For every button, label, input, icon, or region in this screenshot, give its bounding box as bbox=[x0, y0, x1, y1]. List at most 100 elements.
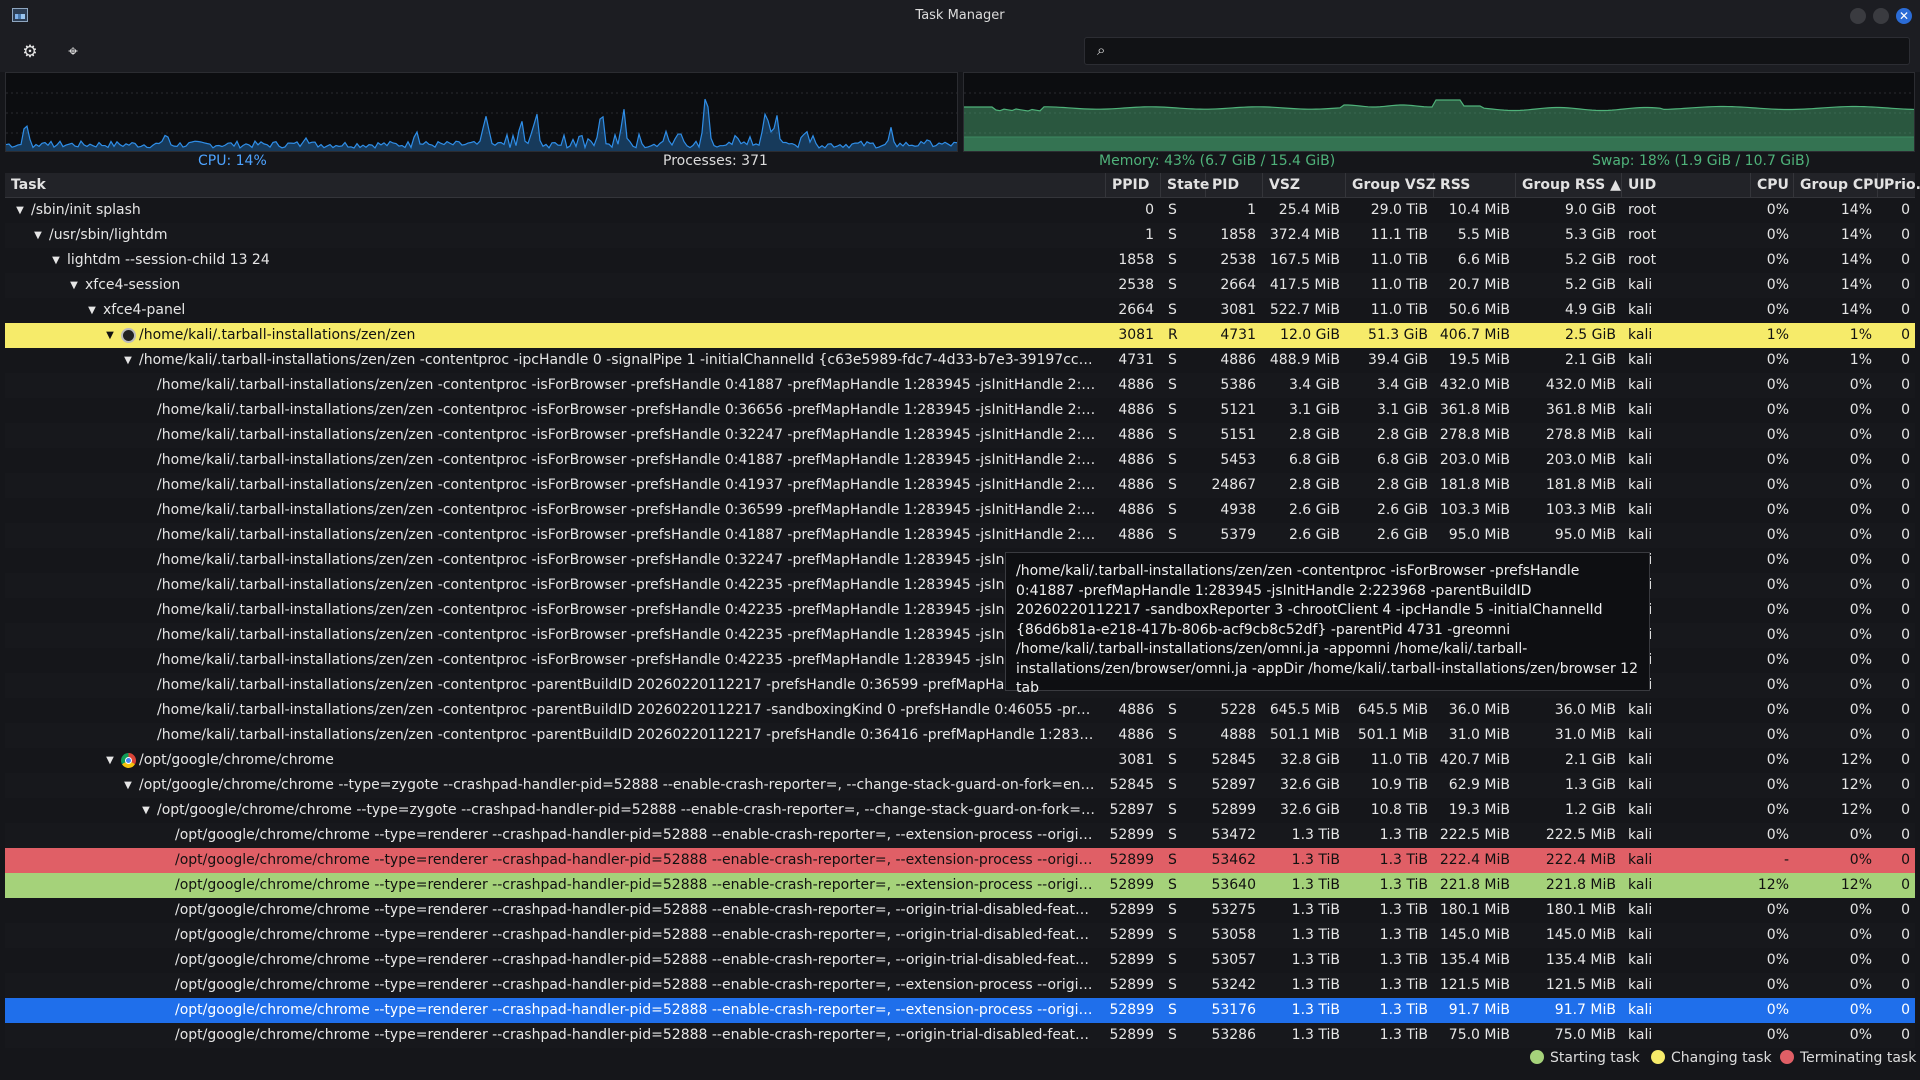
cell-task: /home/kali/.tarball-installations/zen/ze… bbox=[5, 373, 1101, 398]
column-state[interactable]: State bbox=[1161, 173, 1209, 197]
cell-state: S bbox=[1168, 277, 1177, 293]
search-input[interactable] bbox=[1121, 41, 1885, 63]
table-row[interactable]: ▼/usr/sbin/lightdm 1 S 1858 372.4 MiB 11.1 Ti… bbox=[5, 223, 1915, 248]
column-group-cpu[interactable]: Group CPU bbox=[1794, 173, 1885, 197]
column-task[interactable]: Task bbox=[5, 173, 1106, 197]
table-row[interactable]: ▼ xfce4-session 2538 S 2664 417.5 MiB 11.0 TiB… bbox=[5, 273, 1915, 298]
table-row[interactable]: /opt/google/chrome/chrome --type=rendere… bbox=[5, 1023, 1915, 1048]
column-group-vsz[interactable]: Group VSZ bbox=[1346, 173, 1436, 197]
cell-group-vsz: 2.6 GiB bbox=[1376, 527, 1428, 543]
column-vsz[interactable]: VSZ bbox=[1263, 173, 1346, 197]
table-row[interactable]: /home/kali/.tarball-installations/zen/ze… bbox=[5, 723, 1915, 748]
table-row[interactable]: ▼/opt/google/chrome/chrome --type=zygote… bbox=[5, 798, 1915, 823]
cell-rss: 420.7 MiB bbox=[1439, 752, 1510, 768]
maximize-button[interactable] bbox=[1873, 8, 1889, 24]
minimize-button[interactable] bbox=[1850, 8, 1866, 24]
expand-arrow-icon[interactable]: ▼ bbox=[103, 323, 117, 348]
cell-ppid: 52899 bbox=[1109, 852, 1154, 868]
chrome-icon bbox=[121, 753, 136, 768]
table-row[interactable]: /opt/google/chrome/chrome --type=rendere… bbox=[5, 948, 1915, 973]
cell-group-vsz: 501.1 MiB bbox=[1357, 727, 1428, 743]
cell-group-cpu: 1% bbox=[1849, 352, 1872, 368]
column-ppid[interactable]: PPID bbox=[1106, 173, 1161, 197]
column-uid[interactable]: UID bbox=[1622, 173, 1751, 197]
expand-arrow-icon[interactable]: ▼ bbox=[121, 773, 135, 798]
table-row[interactable]: ▼ /opt/google/chrome/chrome 3081 S 52845 32.8… bbox=[5, 748, 1915, 773]
cell-rss: 145.0 MiB bbox=[1439, 927, 1510, 943]
cell-group-rss: 432.0 MiB bbox=[1545, 377, 1616, 393]
cell-group-rss: 145.0 MiB bbox=[1545, 927, 1616, 943]
crosshair-icon[interactable]: ⌖ bbox=[61, 41, 85, 63]
column-priority[interactable]: Prio. bbox=[1878, 173, 1920, 197]
cell-pid: 2664 bbox=[1220, 277, 1256, 293]
cell-state: S bbox=[1168, 452, 1177, 468]
cell-group-rss: 121.5 MiB bbox=[1545, 977, 1616, 993]
expand-arrow-icon[interactable]: ▼ bbox=[121, 348, 135, 373]
table-row[interactable]: /opt/google/chrome/chrome --type=rendere… bbox=[5, 973, 1915, 998]
cell-group-vsz: 1.3 TiB bbox=[1379, 1027, 1428, 1043]
cell-priority: 0 bbox=[1901, 1002, 1910, 1018]
expand-arrow-icon[interactable]: ▼ bbox=[49, 248, 63, 273]
expand-arrow-icon[interactable]: ▼ bbox=[103, 748, 117, 773]
table-row[interactable]: /opt/google/chrome/chrome --type=rendere… bbox=[5, 998, 1915, 1023]
table-row[interactable]: ▼/opt/google/chrome/chrome --type=zygote… bbox=[5, 773, 1915, 798]
table-row[interactable]: ▼ lightdm --session-child 13 24 1858 S 2538 1… bbox=[5, 248, 1915, 273]
cell-group-cpu: 0% bbox=[1849, 577, 1872, 593]
expand-arrow-icon[interactable]: ▼ bbox=[67, 273, 81, 298]
cell-task: /opt/google/chrome/chrome --type=rendere… bbox=[5, 873, 1101, 898]
cell-task: ▼ /home/kali/.tarball-installations/zen/z… bbox=[5, 323, 1101, 348]
cell-task: /home/kali/.tarball-installations/zen/ze… bbox=[5, 398, 1101, 423]
table-row[interactable]: /home/kali/.tarball-installations/zen/ze… bbox=[5, 523, 1915, 548]
cell-state: S bbox=[1168, 202, 1177, 218]
cell-ppid: 1858 bbox=[1118, 252, 1154, 268]
cell-task: ▼ /opt/google/chrome/chrome bbox=[5, 748, 1101, 773]
table-row[interactable]: /opt/google/chrome/chrome --type=rendere… bbox=[5, 823, 1915, 848]
table-row[interactable]: ▼ xfce4-panel 2664 S 3081 522.7 MiB 11.0 TiB 50… bbox=[5, 298, 1915, 323]
cell-group-rss: 203.0 MiB bbox=[1545, 452, 1616, 468]
column-cpu[interactable]: CPU bbox=[1751, 173, 1794, 197]
cell-pid: 52899 bbox=[1211, 802, 1256, 818]
table-row[interactable]: /home/kali/.tarball-installations/zen/ze… bbox=[5, 423, 1915, 448]
table-row[interactable]: ▼/home/kali/.tarball-installations/zen/z… bbox=[5, 348, 1915, 373]
table-row[interactable]: /home/kali/.tarball-installations/zen/ze… bbox=[5, 373, 1915, 398]
cell-task: /home/kali/.tarball-installations/zen/ze… bbox=[5, 473, 1101, 498]
task-command: /opt/google/chrome/chrome --type=rendere… bbox=[175, 902, 1097, 918]
close-button[interactable]: ✕ bbox=[1896, 8, 1912, 24]
table-row[interactable]: /opt/google/chrome/chrome --type=rendere… bbox=[5, 848, 1915, 873]
table-row[interactable]: /opt/google/chrome/chrome --type=rendere… bbox=[5, 898, 1915, 923]
table-row[interactable]: /opt/google/chrome/chrome --type=rendere… bbox=[5, 873, 1915, 898]
cell-rss: 221.8 MiB bbox=[1439, 877, 1510, 893]
expand-arrow-icon[interactable]: ▼ bbox=[85, 298, 99, 323]
cell-task: ▼ xfce4-panel bbox=[5, 298, 1101, 323]
search-box[interactable]: ⌕ bbox=[1084, 37, 1910, 65]
cell-priority: 0 bbox=[1901, 927, 1910, 943]
cell-group-cpu: 0% bbox=[1849, 452, 1872, 468]
column-pid[interactable]: PID bbox=[1206, 173, 1263, 197]
cell-uid: kali bbox=[1628, 1027, 1653, 1043]
table-row[interactable]: ▼/sbin/init splash 0 S 1 25.4 MiB 29.0 TiB 10.… bbox=[5, 198, 1915, 223]
expand-arrow-icon[interactable]: ▼ bbox=[13, 198, 27, 223]
expand-arrow-icon[interactable]: ▼ bbox=[139, 798, 153, 823]
table-row[interactable]: /opt/google/chrome/chrome --type=rendere… bbox=[5, 923, 1915, 948]
cell-pid: 53058 bbox=[1211, 927, 1256, 943]
gear-icon[interactable]: ⚙ bbox=[18, 41, 42, 63]
cell-priority: 0 bbox=[1901, 252, 1910, 268]
cell-pid: 2538 bbox=[1220, 252, 1256, 268]
column-rss[interactable]: RSS bbox=[1434, 173, 1516, 197]
column-group-rss[interactable]: Group RSS ▲ bbox=[1516, 173, 1622, 197]
cell-pid: 5228 bbox=[1220, 702, 1256, 718]
cell-pid: 1858 bbox=[1220, 227, 1256, 243]
cell-vsz: 1.3 TiB bbox=[1291, 977, 1340, 993]
table-row[interactable]: /home/kali/.tarball-installations/zen/ze… bbox=[5, 498, 1915, 523]
cell-uid: kali bbox=[1628, 327, 1653, 343]
table-row[interactable]: /home/kali/.tarball-installations/zen/ze… bbox=[5, 473, 1915, 498]
table-row[interactable]: ▼/home/kali/.tarball-installations/zen/z… bbox=[5, 323, 1915, 348]
table-row[interactable]: /home/kali/.tarball-installations/zen/ze… bbox=[5, 448, 1915, 473]
cell-vsz: 522.7 MiB bbox=[1269, 302, 1340, 318]
cell-pid: 53242 bbox=[1211, 977, 1256, 993]
cell-group-rss: 2.5 GiB bbox=[1564, 327, 1616, 343]
table-row[interactable]: /home/kali/.tarball-installations/zen/ze… bbox=[5, 398, 1915, 423]
expand-arrow-icon[interactable]: ▼ bbox=[31, 223, 45, 248]
cell-uid: kali bbox=[1628, 302, 1653, 318]
table-row[interactable]: /home/kali/.tarball-installations/zen/ze… bbox=[5, 698, 1915, 723]
